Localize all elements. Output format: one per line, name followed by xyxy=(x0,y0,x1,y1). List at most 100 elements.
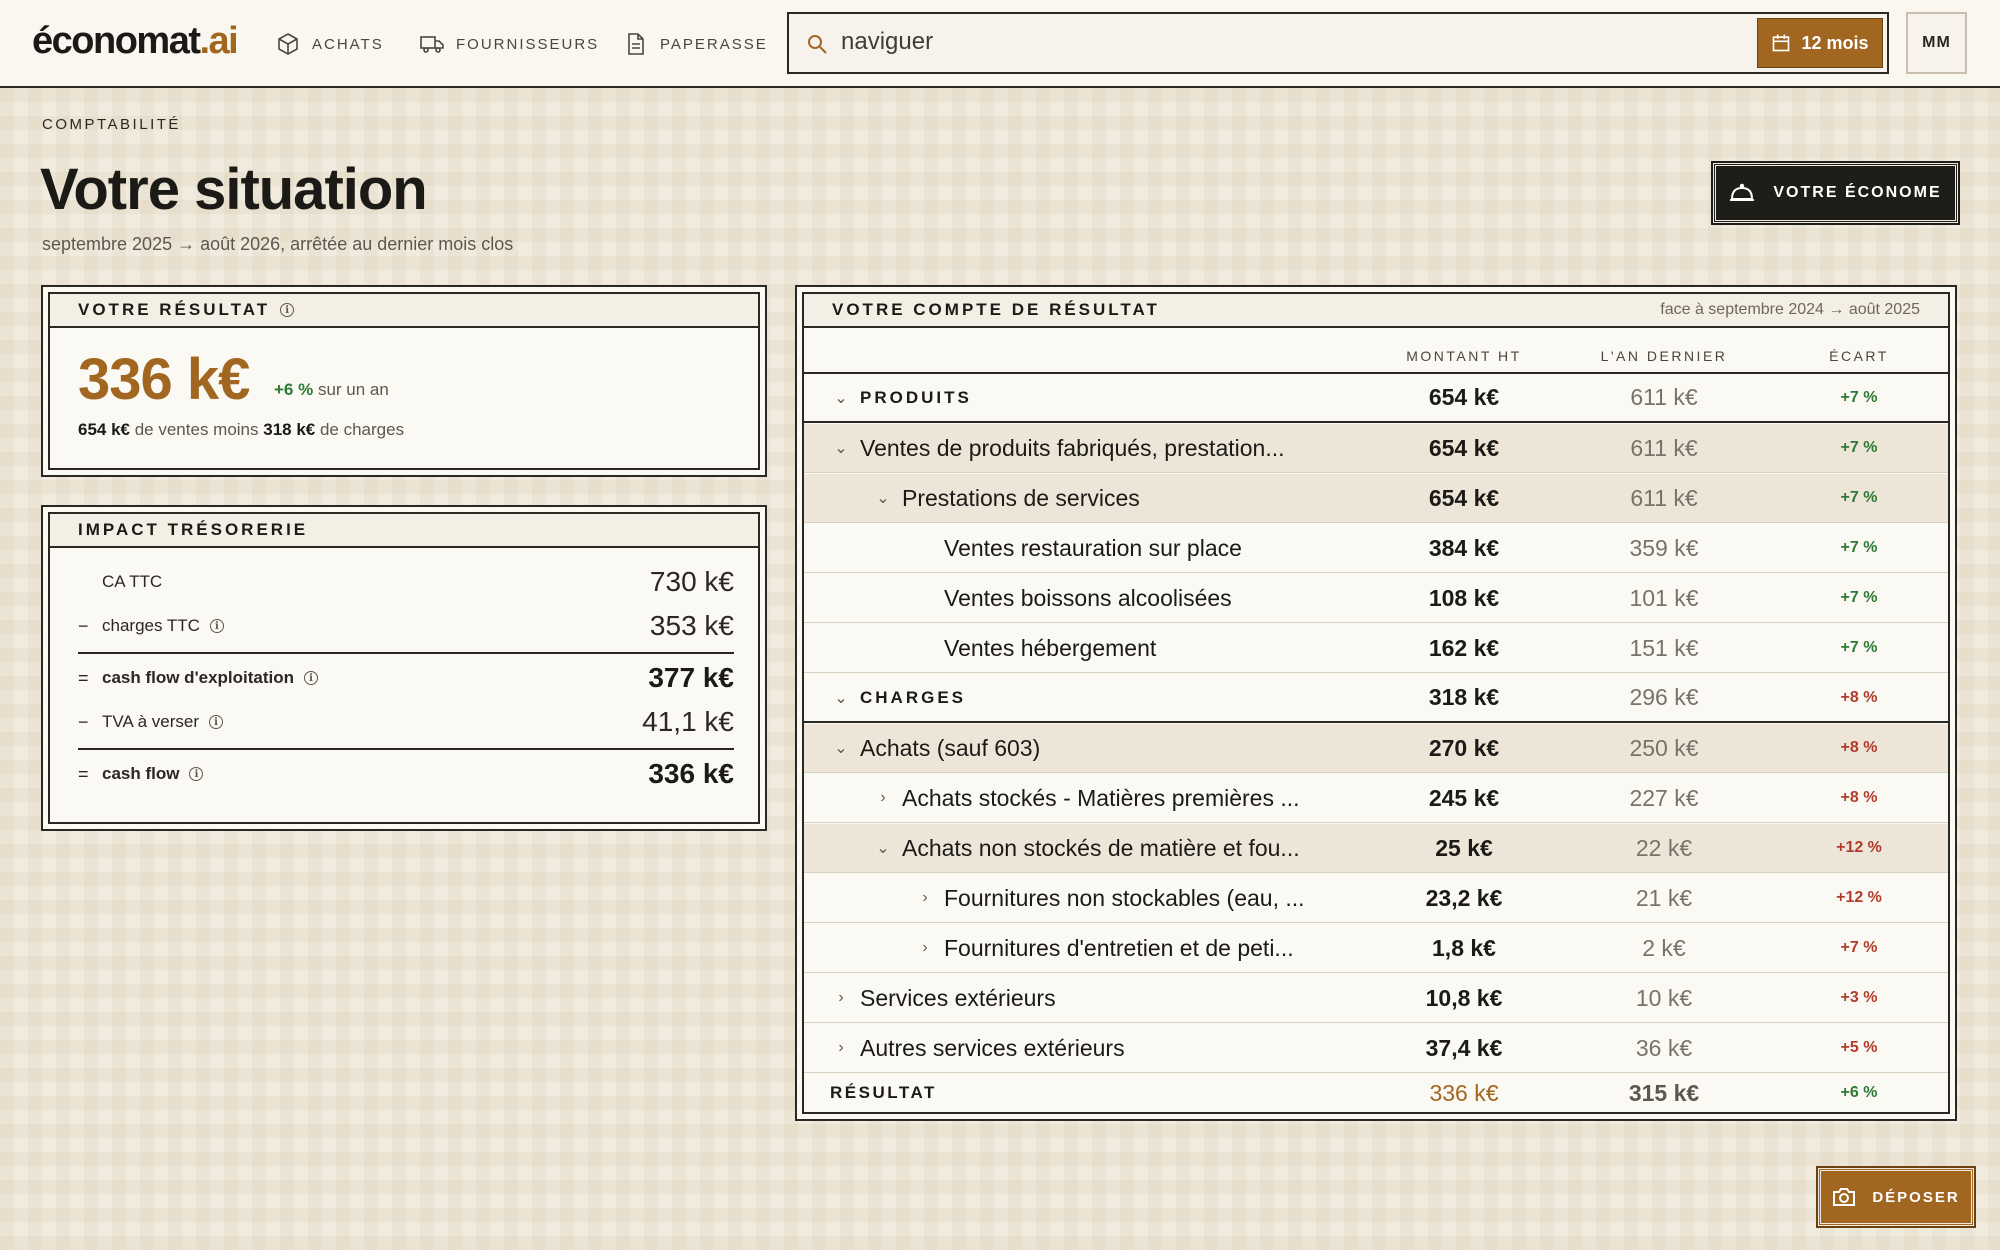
pnl-row-previous: 36 k€ xyxy=(1635,1034,1693,1061)
treasury-row-value: 730 k€ xyxy=(649,566,734,597)
pnl-row-previous: 151 k€ xyxy=(1629,634,1699,661)
chevron-down-icon[interactable]: ⌄ xyxy=(834,690,848,707)
chevron-right-icon[interactable]: › xyxy=(918,889,932,906)
chevron-down-icon[interactable]: ⌄ xyxy=(876,840,890,857)
pnl-row-amount: 37,4 k€ xyxy=(1425,1034,1503,1061)
info-icon[interactable]: i xyxy=(304,671,319,685)
income-statement-title: VOTRE COMPTE DE RÉSULTAT xyxy=(832,300,1160,319)
treasury-row-value: 41,1 k€ xyxy=(642,706,734,737)
page-title: Votre situation xyxy=(40,157,428,222)
pnl-row-label: RÉSULTAT xyxy=(830,1083,937,1102)
search-input[interactable]: naviguer xyxy=(841,28,933,56)
pnl-row[interactable]: ⌄ Prestations de services 654 k€ 611 k€ … xyxy=(804,474,1948,523)
deposer-button[interactable]: DÉPOSER xyxy=(1816,1166,1976,1228)
treasury-card-title: IMPACT TRÉSORERIE xyxy=(78,520,309,539)
pnl-row[interactable]: › Fournitures non stockables (eau, ... 2… xyxy=(804,874,1948,923)
pnl-row-label: PRODUITS xyxy=(860,387,972,407)
pnl-row[interactable]: › Achats stockés - Matières premières ..… xyxy=(804,774,1948,823)
pnl-row-previous: 296 k€ xyxy=(1629,684,1699,710)
chevron-right-icon[interactable]: › xyxy=(876,789,890,806)
income-statement-card: VOTRE COMPTE DE RÉSULTAT face à septembr… xyxy=(802,292,1950,1114)
pnl-row[interactable]: ⌄ Ventes de produits fabriqués, prestati… xyxy=(804,424,1948,473)
pnl-row[interactable]: ⌄ Achats non stockés de matière et fou..… xyxy=(804,824,1948,873)
column-header-delta: ÉCART xyxy=(1829,348,1889,364)
pnl-row-label: Ventes restauration sur place xyxy=(944,534,1242,561)
pnl-row-label: Ventes de produits fabriqués, prestation… xyxy=(860,434,1285,461)
chevron-right-icon[interactable]: › xyxy=(834,1039,848,1056)
chevron-right-icon[interactable]: › xyxy=(918,939,932,956)
result-charges: 318 k€ xyxy=(263,420,316,439)
info-icon[interactable]: i xyxy=(209,619,224,633)
nav-fournisseurs-label: FOURNISSEURS xyxy=(456,35,600,53)
pnl-section-produits[interactable]: ⌄ PRODUITS 654 k€ 611 k€ +7 % xyxy=(804,374,1948,423)
pnl-row-amount: 270 k€ xyxy=(1428,734,1500,761)
box-icon xyxy=(278,33,298,55)
search-icon xyxy=(808,35,827,54)
pnl-row[interactable]: › Autres services extérieurs 37,4 k€ 36 … xyxy=(804,1024,1948,1073)
info-icon[interactable]: i xyxy=(209,715,223,729)
nav-paperasse[interactable]: PAPERASSE xyxy=(624,30,768,58)
pnl-row-amount: 10,8 k€ xyxy=(1425,984,1503,1011)
pnl-row-amount: 162 k€ xyxy=(1428,634,1500,661)
info-icon[interactable]: i xyxy=(189,767,204,781)
column-header-previous: L'AN DERNIER xyxy=(1600,348,1728,364)
pnl-row[interactable]: Ventes hébergement 162 k€ 151 k€ +7 % xyxy=(804,624,1948,673)
app-logo[interactable]: économat.ai xyxy=(32,20,239,63)
pnl-row[interactable]: ⌄ Achats (sauf 603) 270 k€ 250 k€ +8 % xyxy=(804,724,1948,773)
pnl-row[interactable]: › Fournitures d'entretien et de peti... … xyxy=(804,924,1948,973)
pnl-row-amount: 318 k€ xyxy=(1428,684,1500,710)
pnl-row-amount: 384 k€ xyxy=(1428,534,1500,561)
chevron-down-icon[interactable]: ⌄ xyxy=(834,740,848,757)
camera-icon xyxy=(1833,1188,1856,1206)
pnl-row-label: Autres services extérieurs xyxy=(860,1034,1125,1061)
treasury-separator xyxy=(78,652,734,654)
pnl-row-previous: 315 k€ xyxy=(1628,1079,1700,1106)
chevron-right-icon[interactable]: › xyxy=(834,989,848,1006)
treasury-row-value: 353 k€ xyxy=(649,610,734,641)
deposer-button-label: DÉPOSER xyxy=(1872,1188,1960,1206)
result-change: +6 % sur un an xyxy=(274,380,389,400)
pnl-row[interactable]: › Services extérieurs 10,8 k€ 10 k€ +3 % xyxy=(804,974,1948,1023)
pnl-row[interactable]: Ventes boissons alcoolisées 108 k€ 101 k… xyxy=(804,574,1948,623)
treasury-row: = cash flow i 336 k€ xyxy=(78,754,734,794)
treasury-row: − charges TTC i 353 k€ xyxy=(78,606,734,646)
result-sales: 654 k€ xyxy=(78,420,130,439)
column-header-amount: MONTANT HT xyxy=(1406,348,1522,364)
period-label: 12 mois xyxy=(1801,32,1869,53)
nav-achats[interactable]: ACHATS xyxy=(276,30,384,58)
chevron-down-icon[interactable]: ⌄ xyxy=(876,490,890,507)
info-icon[interactable]: i xyxy=(280,303,295,317)
treasury-row-label-text: charges TTC xyxy=(102,616,200,635)
pnl-row-delta: +12 % xyxy=(1836,839,1882,856)
econome-button[interactable]: VOTRE ÉCONOME xyxy=(1711,161,1960,225)
pnl-section-charges[interactable]: ⌄ CHARGES 318 k€ 296 k€ +8 % xyxy=(804,674,1948,723)
truck-icon xyxy=(420,36,444,53)
treasury-row: − TVA à verser i 41,1 k€ xyxy=(78,702,734,742)
pnl-row-amount: 25 k€ xyxy=(1435,834,1493,861)
nav-fournisseurs[interactable]: FOURNISSEURS xyxy=(420,30,599,58)
pnl-row-previous: 101 k€ xyxy=(1629,584,1699,611)
pnl-row-delta: +6 % xyxy=(1840,1084,1878,1101)
chevron-down-icon[interactable]: ⌄ xyxy=(834,440,848,457)
treasury-row-label: cash flow d'exploitation i xyxy=(102,668,648,688)
breadcrumb[interactable]: COMPTABILITÉ xyxy=(42,116,181,133)
treasury-row-label: cash flow i xyxy=(102,764,648,784)
treasury-row-label: TVA à verser i xyxy=(102,712,642,732)
pnl-row-previous: 10 k€ xyxy=(1635,984,1693,1011)
pnl-row-amount: 654 k€ xyxy=(1428,484,1500,511)
chevron-down-icon[interactable]: ⌄ xyxy=(834,390,848,407)
econome-button-label: VOTRE ÉCONOME xyxy=(1773,184,1942,201)
page-subtitle: septembre 2025 → août 2026, arrêtée au d… xyxy=(42,234,514,254)
pnl-row-previous: 611 k€ xyxy=(1630,434,1698,461)
treasury-row-label: charges TTC i xyxy=(102,616,650,636)
result-value: 336 k€ xyxy=(78,347,250,412)
pnl-row-delta: +7 % xyxy=(1840,589,1878,606)
user-avatar[interactable]: MM xyxy=(1906,12,1967,74)
result-detail: 654 k€ de ventes moins 318 k€ de charges xyxy=(78,420,404,440)
period-selector-button[interactable]: 12 mois xyxy=(1757,18,1883,68)
pnl-row-label: Fournitures non stockables (eau, ... xyxy=(944,884,1305,911)
pnl-row-previous: 227 k€ xyxy=(1629,784,1699,811)
result-card: VOTRE RÉSULTAT i 336 k€ +6 % sur un an 6… xyxy=(48,292,760,470)
pnl-row[interactable]: Ventes restauration sur place 384 k€ 359… xyxy=(804,524,1948,573)
search-bar[interactable]: naviguer 12 mois xyxy=(787,12,1889,74)
